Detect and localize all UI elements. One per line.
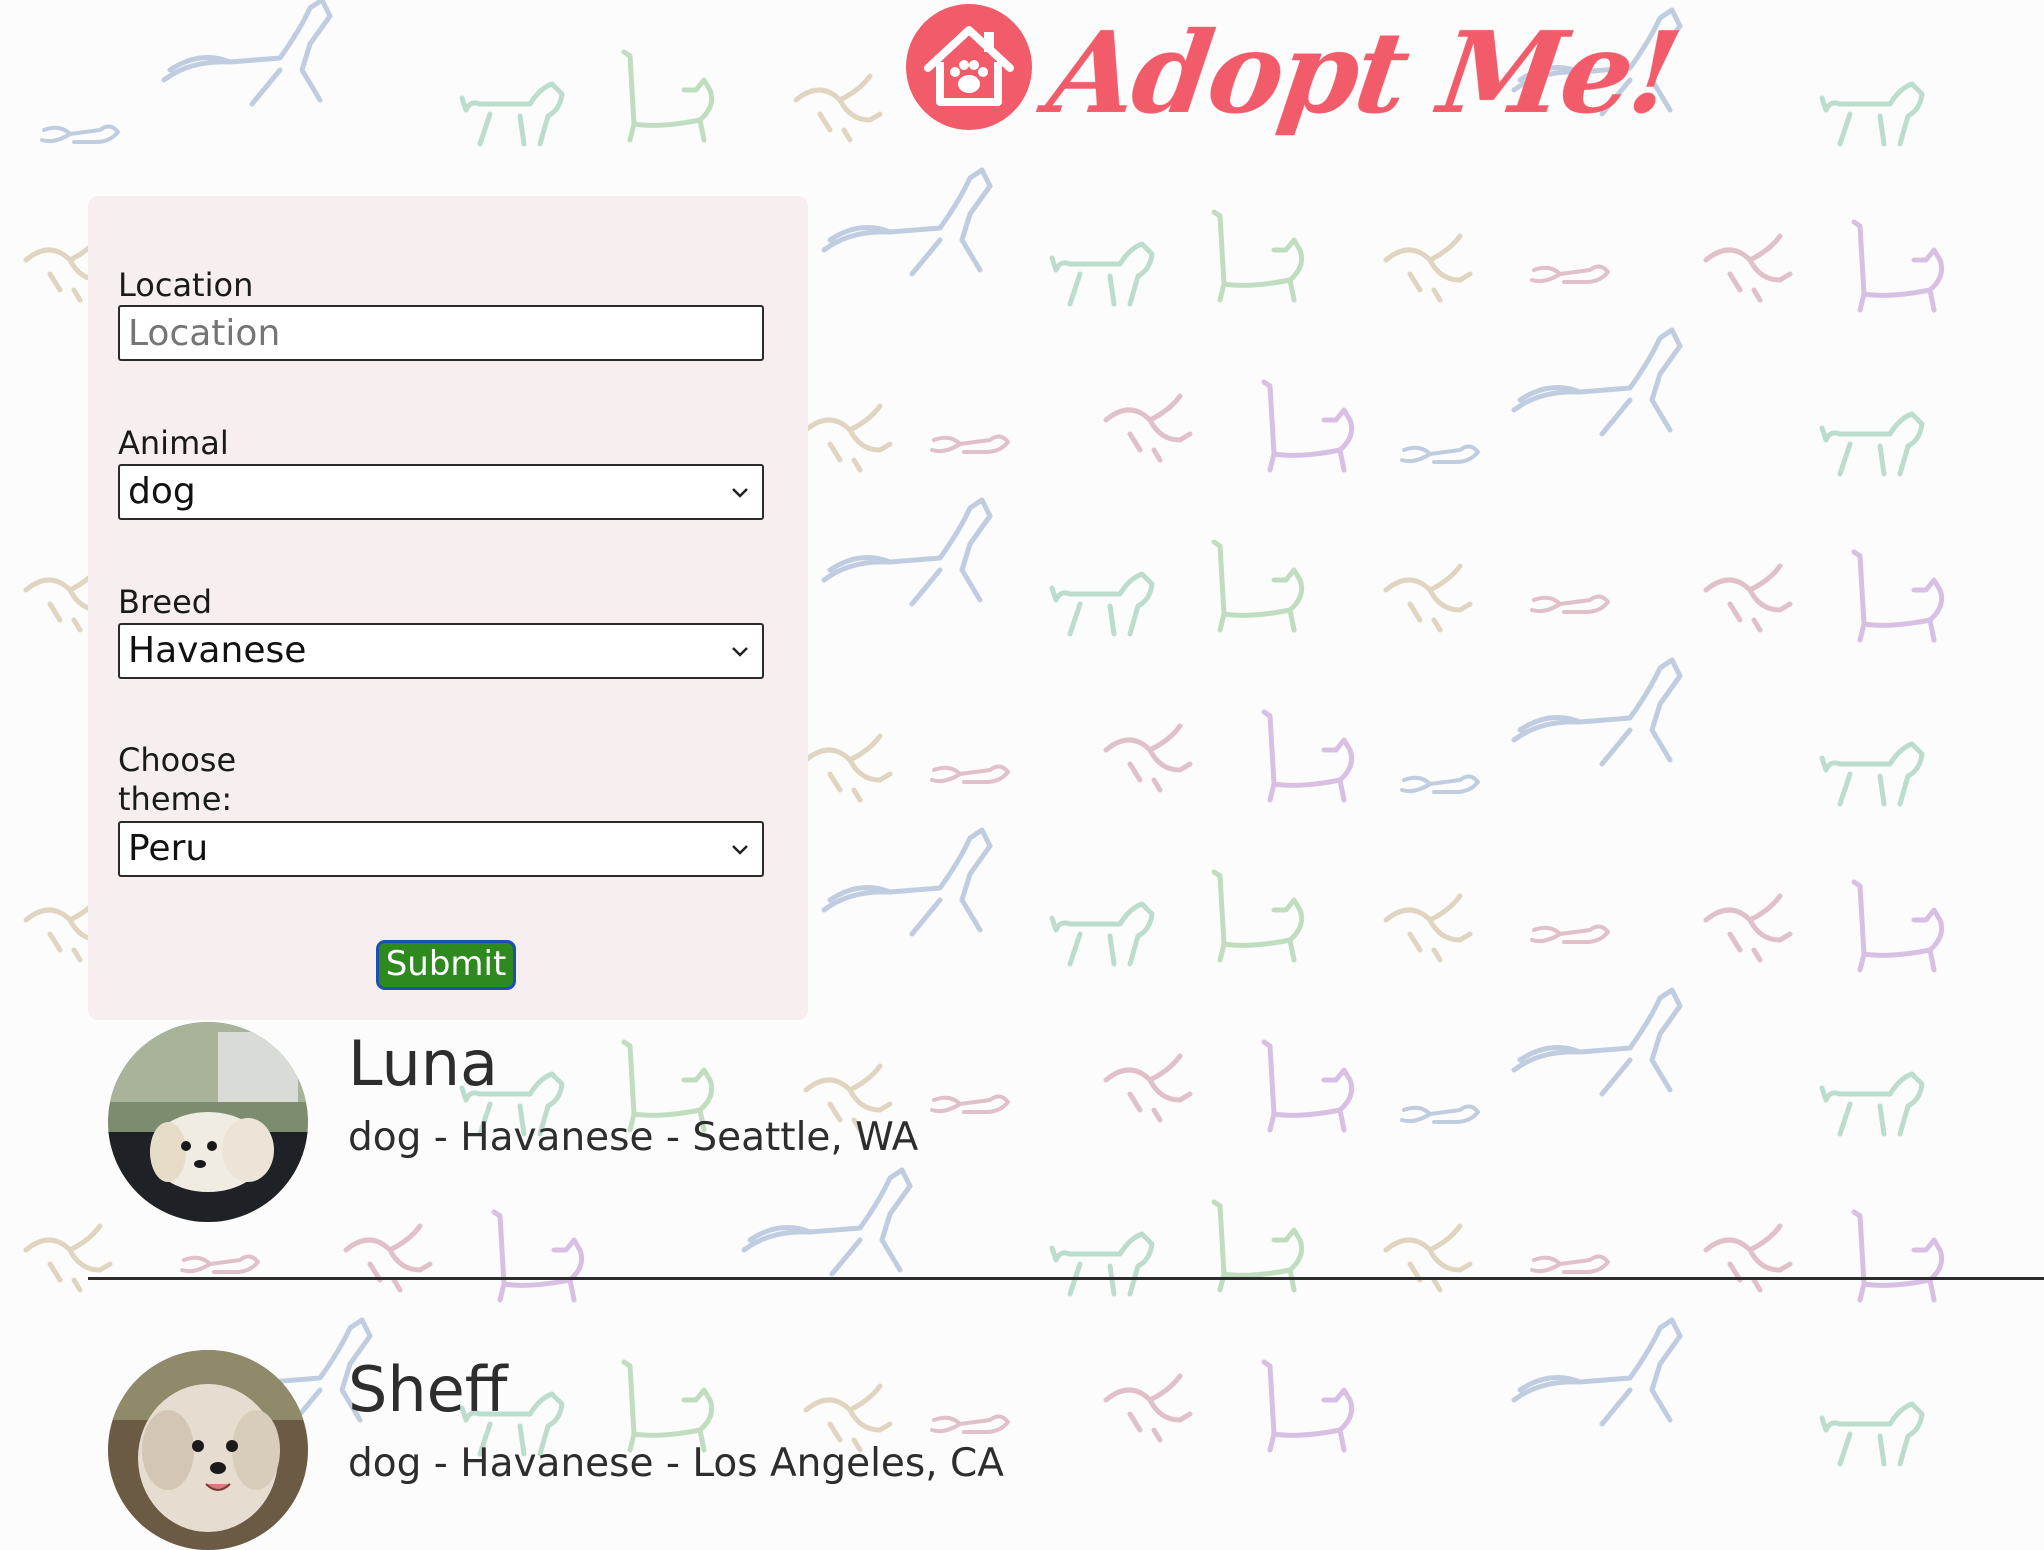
breed-select[interactable]: Havanese <box>118 623 764 679</box>
pet-info: dog - Havanese - Los Angeles, CA <box>348 1441 1004 1486</box>
site-logo[interactable]: Adopt Me! <box>904 2 1686 160</box>
pet-photo <box>108 1350 308 1550</box>
breed-label: Breed <box>118 583 213 621</box>
pet-info: dog - Havanese - Seattle, WA <box>348 1115 919 1160</box>
chevron-down-icon <box>732 845 748 855</box>
theme-select-value: Peru <box>128 828 209 869</box>
theme-label-line2: theme: <box>118 780 233 818</box>
animal-select-value: dog <box>128 471 196 512</box>
submit-button[interactable]: Submit <box>376 940 516 990</box>
pet-name: Luna <box>348 1027 499 1100</box>
location-label: Location <box>118 266 254 304</box>
theme-label-line1: Choose <box>118 741 237 779</box>
chevron-down-icon <box>732 488 748 498</box>
pet-name: Sheff <box>348 1353 508 1426</box>
theme-label: Choose theme: <box>118 741 236 819</box>
location-input[interactable] <box>118 305 764 361</box>
breed-select-value: Havanese <box>128 630 307 671</box>
house-paw-icon <box>906 4 1032 130</box>
pet-photo <box>108 1022 308 1222</box>
logo-text: Adopt Me! <box>1040 8 1686 139</box>
results-divider <box>88 1277 2044 1280</box>
theme-select[interactable]: Peru <box>118 821 764 877</box>
search-form: Location Animal dog Breed Havanese Choos… <box>88 196 808 1020</box>
pet-result[interactable]: Sheff dog - Havanese - Los Angeles, CA <box>108 1350 1908 1550</box>
chevron-down-icon <box>732 647 748 657</box>
animal-label: Animal <box>118 424 229 462</box>
pet-result[interactable]: Luna dog - Havanese - Seattle, WA <box>108 1022 1908 1222</box>
animal-select[interactable]: dog <box>118 464 764 520</box>
